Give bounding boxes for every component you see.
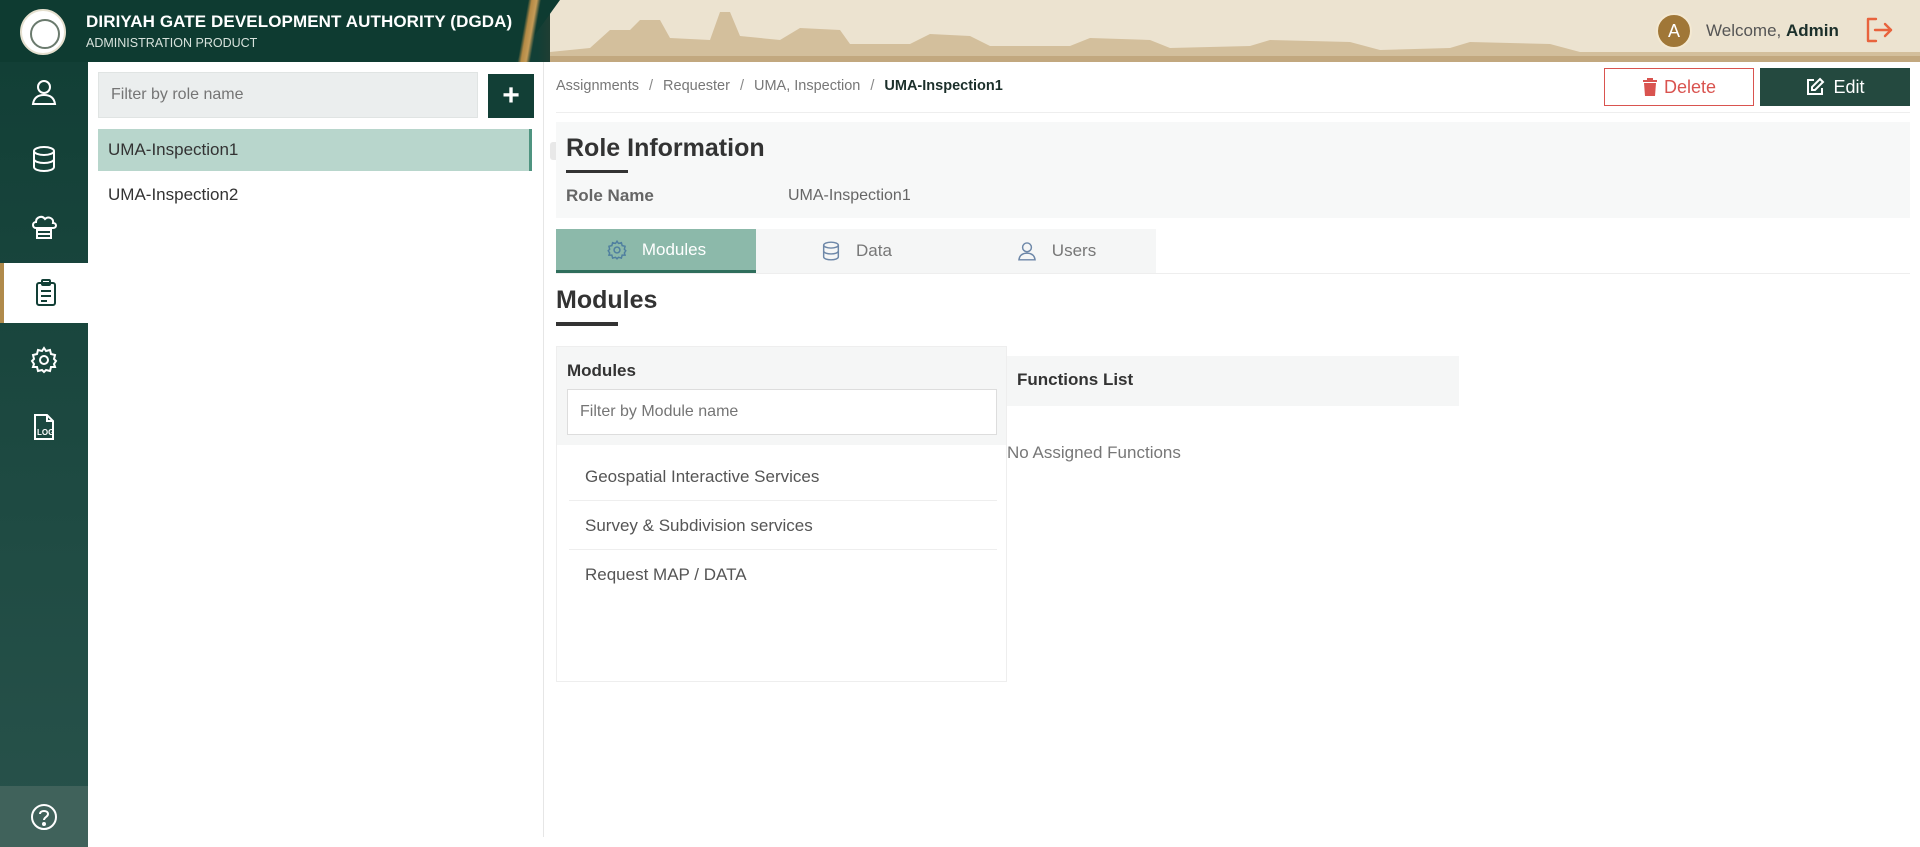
module-list-item[interactable]: Request MAP / DATA bbox=[569, 551, 997, 599]
help-button[interactable] bbox=[0, 786, 88, 847]
database-icon bbox=[33, 146, 55, 173]
role-info-title: Role Information bbox=[566, 134, 765, 162]
add-role-button[interactable]: + bbox=[488, 74, 534, 118]
breadcrumb-separator: / bbox=[649, 78, 654, 94]
tab-users[interactable]: Users bbox=[956, 229, 1156, 273]
modules-box-header: Modules bbox=[557, 347, 1006, 445]
user-icon bbox=[1017, 242, 1036, 261]
breadcrumb-separator: / bbox=[739, 78, 744, 94]
functions-list-title: Functions List bbox=[1017, 370, 1134, 389]
role-list-item[interactable]: UMA-Inspection1 bbox=[98, 129, 532, 171]
gear-icon bbox=[30, 346, 58, 374]
nav-item-logs[interactable]: LOG bbox=[0, 397, 88, 457]
user-icon bbox=[31, 80, 57, 105]
org-title: DIRIYAH GATE DEVELOPMENT AUTHORITY (DGDA… bbox=[86, 12, 513, 31]
role-tabs: Modules Data Users bbox=[556, 229, 1156, 273]
dgda-logo bbox=[20, 9, 66, 55]
gear-icon bbox=[607, 239, 627, 260]
breadcrumb-item[interactable]: Requester bbox=[663, 78, 730, 94]
database-icon bbox=[822, 241, 840, 261]
user-name: Admin bbox=[1786, 21, 1839, 40]
delete-button[interactable]: Delete bbox=[1604, 68, 1754, 106]
logout-icon[interactable] bbox=[1864, 16, 1894, 44]
breadcrumb-item[interactable]: Assignments bbox=[556, 78, 639, 94]
functions-list-header: Functions List bbox=[1007, 356, 1459, 406]
title-underline bbox=[566, 170, 628, 173]
edit-button[interactable]: Edit bbox=[1760, 68, 1910, 106]
side-nav: LOG bbox=[0, 62, 88, 847]
modules-box-title: Modules bbox=[567, 361, 636, 380]
tab-data[interactable]: Data bbox=[756, 229, 956, 273]
welcome-text: Welcome, bbox=[1706, 21, 1782, 40]
module-list-item[interactable]: Survey & Subdivision services bbox=[569, 502, 997, 550]
role-list-item[interactable]: UMA-Inspection2 bbox=[98, 174, 532, 216]
help-icon bbox=[31, 803, 57, 830]
log-file-icon: LOG bbox=[34, 414, 54, 440]
tab-label: Users bbox=[1051, 241, 1097, 260]
heading-underline bbox=[556, 322, 618, 326]
user-avatar[interactable]: A bbox=[1656, 13, 1692, 49]
welcome-message: Welcome, Admin bbox=[1706, 21, 1839, 41]
role-information-section: Role Information Role Name UMA-Inspectio… bbox=[556, 122, 1910, 218]
tab-label: Modules bbox=[641, 239, 707, 259]
cloud-server-icon bbox=[32, 215, 57, 239]
modules-heading: Modules bbox=[556, 286, 658, 314]
functions-empty-message: No Assigned Functions bbox=[1007, 443, 1181, 462]
role-filter-input[interactable] bbox=[98, 72, 478, 118]
clipboard-icon bbox=[36, 279, 56, 306]
tab-modules[interactable]: Modules bbox=[556, 229, 756, 273]
breadcrumb-current: UMA-Inspection1 bbox=[884, 78, 1003, 94]
role-name-label: Role Name bbox=[566, 186, 654, 205]
breadcrumb-item[interactable]: UMA, Inspection bbox=[754, 78, 860, 94]
divider bbox=[556, 112, 1910, 113]
nav-item-settings[interactable] bbox=[0, 330, 88, 390]
delete-label: Delete bbox=[1663, 76, 1717, 97]
org-subtitle: ADMINISTRATION PRODUCT bbox=[86, 36, 258, 50]
app-header: DIRIYAH GATE DEVELOPMENT AUTHORITY (DGDA… bbox=[0, 0, 1920, 62]
breadcrumb-separator: / bbox=[870, 78, 875, 94]
nav-item-users[interactable] bbox=[0, 62, 88, 122]
role-name-value: UMA-Inspection1 bbox=[788, 187, 911, 204]
tab-label: Data bbox=[856, 241, 892, 260]
nav-item-assignments[interactable] bbox=[0, 263, 88, 323]
module-list-item[interactable]: Geospatial Interactive Services bbox=[569, 453, 997, 501]
breadcrumb: Assignments / Requester / UMA, Inspectio… bbox=[556, 78, 1003, 94]
nav-item-services[interactable] bbox=[0, 196, 88, 256]
nav-item-data[interactable] bbox=[0, 129, 88, 189]
edit-icon bbox=[1807, 77, 1825, 95]
edit-label: Edit bbox=[1833, 76, 1865, 97]
role-list-panel: + UMA-Inspection1 UMA-Inspection2 bbox=[88, 62, 544, 837]
module-filter-input[interactable] bbox=[567, 389, 997, 435]
trash-icon bbox=[1642, 78, 1657, 96]
divider bbox=[556, 273, 1910, 274]
svg-text:LOG: LOG bbox=[37, 428, 54, 437]
modules-box: Modules Geospatial Interactive Services … bbox=[556, 346, 1007, 682]
